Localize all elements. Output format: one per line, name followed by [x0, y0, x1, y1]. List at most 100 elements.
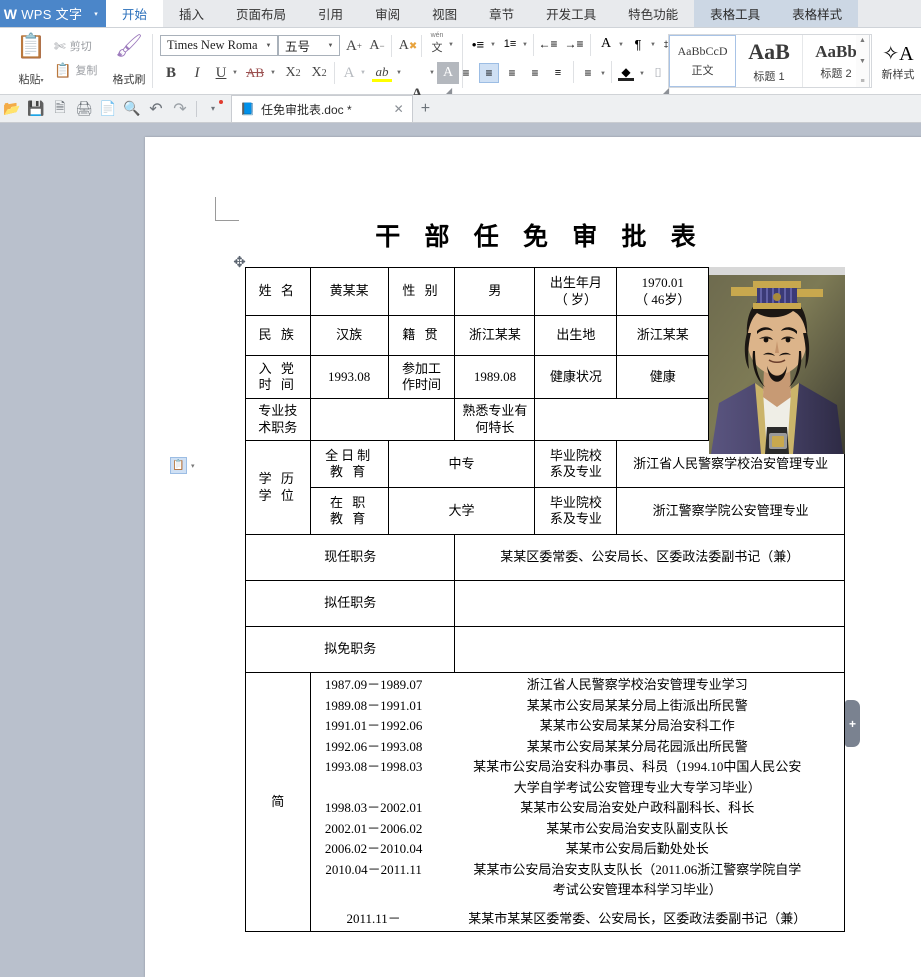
resume-entry[interactable]: 2006.02－2010.04 某某市公安局后勤处处长: [314, 839, 841, 860]
cell-specialty-label[interactable]: 熟悉专业有 何特长: [454, 398, 536, 441]
new-style-button[interactable]: ✧A 新样式: [874, 34, 921, 88]
tab-review[interactable]: 审阅: [359, 0, 416, 27]
table-row[interactable]: 拟免职务: [244, 626, 845, 673]
cell-resume-label[interactable]: 简: [245, 672, 311, 932]
cell-proposed-removal-value[interactable]: [454, 626, 845, 673]
cell-health-value[interactable]: 健康: [616, 355, 710, 399]
document-canvas[interactable]: ✥ 📋 ▾ + 干 部 任 免 审 批 表 姓 名 黄某某 性 别 男 出生年月…: [0, 123, 921, 977]
tab-developer-tools[interactable]: 开发工具: [530, 0, 612, 27]
cell-name-value[interactable]: 黄某某: [309, 267, 389, 316]
cell-proposed-appointment-value[interactable]: [454, 580, 845, 627]
strikethrough-caret-icon[interactable]: ▼: [270, 70, 276, 76]
cell-inservice-school-value[interactable]: 浙江警察学院公安管理专业: [616, 487, 845, 535]
cell-technical-title-value[interactable]: [309, 398, 456, 441]
table-borders-button[interactable]: ⌷: [648, 63, 668, 83]
scroll-up-icon[interactable]: ▲: [859, 37, 866, 44]
print-button[interactable]: 🖨: [72, 98, 96, 120]
app-menu-caret-icon[interactable]: ▾: [86, 0, 106, 27]
cell-inservice-school-label[interactable]: 毕业院校 系及专业: [534, 487, 618, 535]
bullet-list-button[interactable]: •≡: [468, 34, 488, 54]
insert-row-plus-widget[interactable]: +: [845, 700, 860, 747]
close-icon[interactable]: ✕: [394, 102, 404, 116]
font-dialog-launcher-icon[interactable]: ◢: [446, 86, 452, 95]
cell-name-label[interactable]: 姓 名: [245, 267, 311, 316]
underline-caret-icon[interactable]: ▼: [232, 70, 238, 76]
pinyin-caret-icon[interactable]: ▼: [448, 42, 454, 48]
strikethrough-button[interactable]: AB: [242, 62, 268, 84]
format-painter-button[interactable]: 🖌 格式刷: [108, 32, 150, 90]
numbered-caret-icon[interactable]: ▼: [522, 42, 528, 48]
export-pdf-button[interactable]: 🗎: [48, 98, 72, 120]
cell-party-join-value[interactable]: 1993.08: [309, 355, 389, 399]
scroll-down-icon[interactable]: ▼: [859, 58, 866, 65]
numbered-list-button[interactable]: 1≡: [500, 34, 520, 54]
chevron-down-icon[interactable]: ▾: [191, 462, 195, 470]
cell-inservice-label[interactable]: 在 职 教 育: [309, 487, 389, 535]
tab-start[interactable]: 开始: [106, 0, 164, 27]
decrease-indent-button[interactable]: ←≡: [538, 34, 558, 54]
cell-specialty-value[interactable]: [534, 398, 710, 441]
character-border-button[interactable]: A: [338, 62, 360, 84]
new-document-tab-button[interactable]: +: [421, 100, 430, 118]
align-center-button[interactable]: ≡: [479, 63, 499, 83]
pinyin-guide-button[interactable]: wén 文: [425, 32, 449, 54]
resume-entry[interactable]: 1992.06－1993.08 某某市公安局某某分局花园派出所民警: [314, 737, 841, 758]
table-row[interactable]: 现任职务 某某区委常委、公安局长、区委政法委副书记（兼）: [244, 534, 845, 581]
cell-gender-label[interactable]: 性 别: [387, 267, 456, 316]
save-button[interactable]: 💾: [24, 98, 48, 120]
show-marks-caret-icon[interactable]: ▼: [650, 42, 656, 48]
find-button[interactable]: 🔍: [120, 98, 144, 120]
cell-fulltime-school-label[interactable]: 毕业院校 系及专业: [534, 440, 618, 488]
paste-options-smart-tag[interactable]: 📋 ▾: [170, 457, 195, 474]
cell-resume-content[interactable]: 1987.09－1989.07 浙江省人民警察学校治安管理专业学习 1989.08－…: [309, 672, 846, 932]
cell-fulltime-value[interactable]: 中专: [387, 440, 536, 488]
cell-proposed-removal-label[interactable]: 拟免职务: [244, 626, 456, 673]
shrink-font-button[interactable]: A −: [366, 35, 388, 57]
style-item-heading1[interactable]: AaB 标题 1: [736, 35, 803, 87]
cell-current-position-label[interactable]: 现任职务: [244, 534, 456, 581]
italic-button[interactable]: I: [186, 62, 208, 84]
align-justify-button[interactable]: ≡: [525, 63, 545, 83]
tab-table-tools[interactable]: 表格工具: [694, 0, 777, 27]
resume-entry[interactable]: 1987.09－1989.07 浙江省人民警察学校治安管理专业学习: [314, 675, 841, 696]
paragraph-layout-button[interactable]: A: [596, 34, 616, 54]
bold-button[interactable]: B: [160, 62, 182, 84]
highlight-color-button[interactable]: ab: [370, 61, 394, 83]
undo-button[interactable]: ↶: [144, 98, 168, 120]
cell-fulltime-label[interactable]: 全日制 教 育: [309, 440, 389, 488]
paste-button[interactable]: 📋 粘贴▾: [8, 32, 54, 90]
font-size-combobox[interactable]: 五号 ▼: [278, 35, 340, 56]
cell-technical-title-label[interactable]: 专业技 术职务: [245, 398, 311, 441]
redo-button[interactable]: ↷: [168, 98, 192, 120]
tab-references[interactable]: 引用: [302, 0, 359, 27]
paragraph-layout-caret-icon[interactable]: ▼: [618, 42, 624, 48]
cell-gender-value[interactable]: 男: [454, 267, 536, 316]
cell-ethnicity-label[interactable]: 民 族: [245, 315, 311, 356]
cut-button[interactable]: ✄ 剪切: [54, 34, 110, 58]
print-preview-button[interactable]: 📄: [96, 98, 120, 120]
increase-indent-button[interactable]: →≡: [564, 34, 584, 54]
subscript-button[interactable]: X2: [307, 62, 331, 84]
font-family-combobox[interactable]: Times New Roma ▼: [160, 35, 278, 56]
tab-view[interactable]: 视图: [416, 0, 473, 27]
cell-native-place-label[interactable]: 籍 贯: [387, 315, 456, 356]
font-color-caret-icon[interactable]: ▼: [429, 70, 435, 76]
align-right-button[interactable]: ≡: [502, 63, 522, 83]
style-item-body[interactable]: AaBbCcD 正文: [669, 35, 736, 87]
grow-font-button[interactable]: A +: [343, 35, 365, 57]
cell-ethnicity-value[interactable]: 汉族: [309, 315, 389, 356]
resume-entry[interactable]: 1998.03－2002.01 某某市公安局治安处户政科副科长、科长: [314, 798, 841, 819]
highlight-caret-icon[interactable]: ▼: [396, 70, 402, 76]
tab-table-styles[interactable]: 表格样式: [776, 0, 859, 27]
resume-entry[interactable]: 1993.08－1998.03 某某市公安局治安科办事员、科员（1994.10中国…: [314, 757, 841, 778]
cell-photo[interactable]: [708, 267, 846, 454]
tab-special-features[interactable]: 特色功能: [612, 0, 694, 27]
line-spacing-button[interactable]: ≡: [578, 63, 598, 83]
cell-education-degree-label[interactable]: 学 历 学 位: [245, 440, 311, 535]
align-left-button[interactable]: ≡: [456, 63, 476, 83]
resume-entry[interactable]: 2010.04－2011.11 某某市公安局治安支队支队长（2011.06浙江警察…: [314, 860, 841, 881]
portrait-photo[interactable]: [709, 267, 846, 454]
document-tab[interactable]: 📘 任免审批表.doc * ✕: [231, 95, 413, 122]
table-row[interactable]: 拟任职务: [244, 580, 845, 627]
cell-work-start-value[interactable]: 1989.08: [454, 355, 536, 399]
